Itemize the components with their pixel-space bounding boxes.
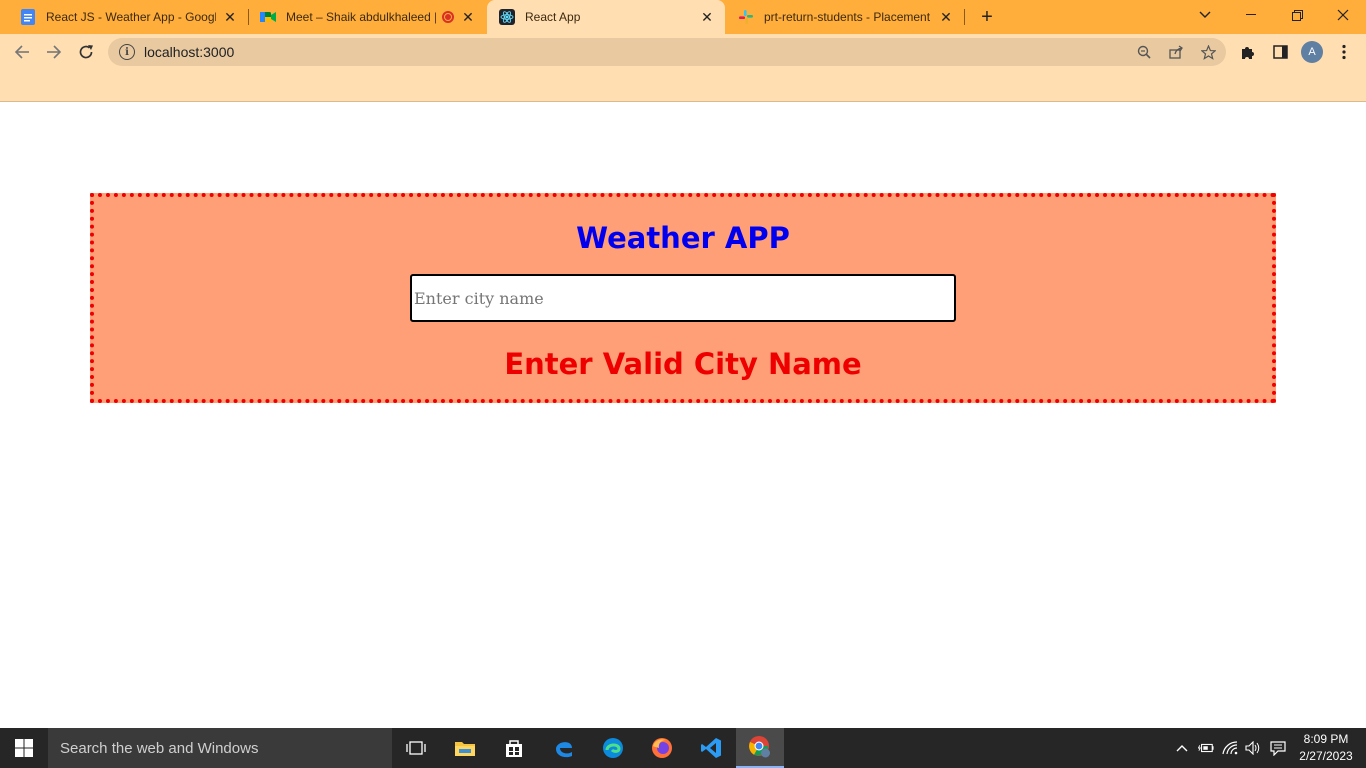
clock-date: 2/27/2023 bbox=[1299, 749, 1353, 763]
address-bar[interactable]: i localhost:3000 bbox=[108, 38, 1226, 66]
edge-legacy-icon[interactable] bbox=[540, 728, 588, 768]
vscode-icon[interactable] bbox=[687, 728, 735, 768]
close-tab-icon[interactable]: ✕ bbox=[699, 9, 715, 25]
error-message: Enter Valid City Name bbox=[504, 347, 862, 381]
share-icon[interactable] bbox=[1168, 44, 1184, 60]
volume-icon[interactable] bbox=[1245, 740, 1261, 756]
app-title: Weather APP bbox=[576, 221, 790, 255]
tab-divider bbox=[964, 9, 965, 25]
battery-icon[interactable] bbox=[1198, 740, 1214, 756]
page-viewport: Weather APP Enter Valid City Name bbox=[0, 103, 1366, 728]
firefox-icon[interactable] bbox=[638, 728, 686, 768]
bookmark-star-icon[interactable] bbox=[1200, 44, 1216, 60]
new-tab-plus-icon[interactable]: + bbox=[976, 6, 998, 28]
tab-search-chevron-icon[interactable] bbox=[1182, 0, 1228, 30]
tab-title: React App bbox=[525, 10, 581, 24]
url-text: localhost:3000 bbox=[144, 44, 235, 60]
reload-icon[interactable] bbox=[72, 38, 100, 66]
task-view-icon[interactable] bbox=[392, 728, 440, 768]
close-tab-icon[interactable]: ✕ bbox=[938, 9, 954, 25]
browser-tab-strip: React JS - Weather App - Google ✕ Meet –… bbox=[0, 0, 1366, 34]
windows-taskbar: Search the web and Windows 8:09 PM 2/27/… bbox=[0, 728, 1366, 768]
site-info-icon[interactable]: i bbox=[119, 44, 135, 60]
chrome-menu-icon[interactable] bbox=[1334, 42, 1354, 62]
tab-react-app[interactable]: React App ✕ bbox=[487, 0, 725, 34]
react-icon bbox=[499, 9, 515, 25]
close-window-icon[interactable] bbox=[1320, 0, 1366, 30]
tab-title: prt-return-students - Placement bbox=[764, 10, 931, 24]
taskbar-search-box[interactable]: Search the web and Windows bbox=[48, 728, 392, 768]
slack-icon bbox=[738, 9, 754, 25]
google-meet-icon bbox=[260, 9, 276, 25]
wifi-icon[interactable] bbox=[1222, 740, 1238, 756]
forward-arrow-icon[interactable] bbox=[40, 38, 68, 66]
side-panel-icon[interactable] bbox=[1270, 42, 1290, 62]
restore-window-icon[interactable] bbox=[1274, 0, 1320, 30]
windows-start-icon[interactable] bbox=[0, 728, 48, 768]
browser-toolbar: i localhost:3000 bbox=[0, 34, 1366, 70]
tab-google-docs[interactable]: React JS - Weather App - Google ✕ bbox=[8, 0, 248, 34]
city-search-input[interactable] bbox=[410, 274, 956, 322]
microsoft-store-icon[interactable] bbox=[490, 728, 538, 768]
tab-title: React JS - Weather App - Google bbox=[46, 10, 216, 24]
edge-browser-icon[interactable] bbox=[589, 728, 637, 768]
google-docs-icon bbox=[20, 9, 36, 25]
taskbar-search-placeholder: Search the web and Windows bbox=[60, 739, 259, 757]
bookmarks-bar bbox=[0, 70, 1366, 102]
weather-app-container: Weather APP Enter Valid City Name bbox=[90, 193, 1276, 403]
close-tab-icon[interactable]: ✕ bbox=[222, 9, 238, 25]
close-tab-icon[interactable]: ✕ bbox=[460, 9, 476, 25]
recording-indicator-icon bbox=[442, 11, 454, 23]
minimize-window-icon[interactable] bbox=[1228, 0, 1274, 30]
zoom-icon[interactable] bbox=[1136, 44, 1152, 60]
back-arrow-icon[interactable] bbox=[8, 38, 36, 66]
chrome-taskbar-icon[interactable] bbox=[736, 728, 784, 768]
taskbar-clock[interactable]: 8:09 PM 2/27/2023 bbox=[1294, 731, 1358, 765]
extensions-puzzle-icon[interactable] bbox=[1238, 42, 1258, 62]
notifications-icon[interactable] bbox=[1270, 740, 1286, 756]
clock-time: 8:09 PM bbox=[1303, 732, 1349, 746]
show-hidden-icons-chevron-icon[interactable] bbox=[1174, 740, 1190, 756]
profile-avatar[interactable]: A bbox=[1301, 41, 1323, 63]
file-explorer-icon[interactable] bbox=[441, 728, 489, 768]
tab-slack[interactable]: prt-return-students - Placement ✕ bbox=[726, 0, 964, 34]
tab-title: Meet – Shaik abdulkhaleed | bbox=[286, 10, 436, 24]
tab-google-meet[interactable]: Meet – Shaik abdulkhaleed | ✕ bbox=[248, 0, 486, 34]
